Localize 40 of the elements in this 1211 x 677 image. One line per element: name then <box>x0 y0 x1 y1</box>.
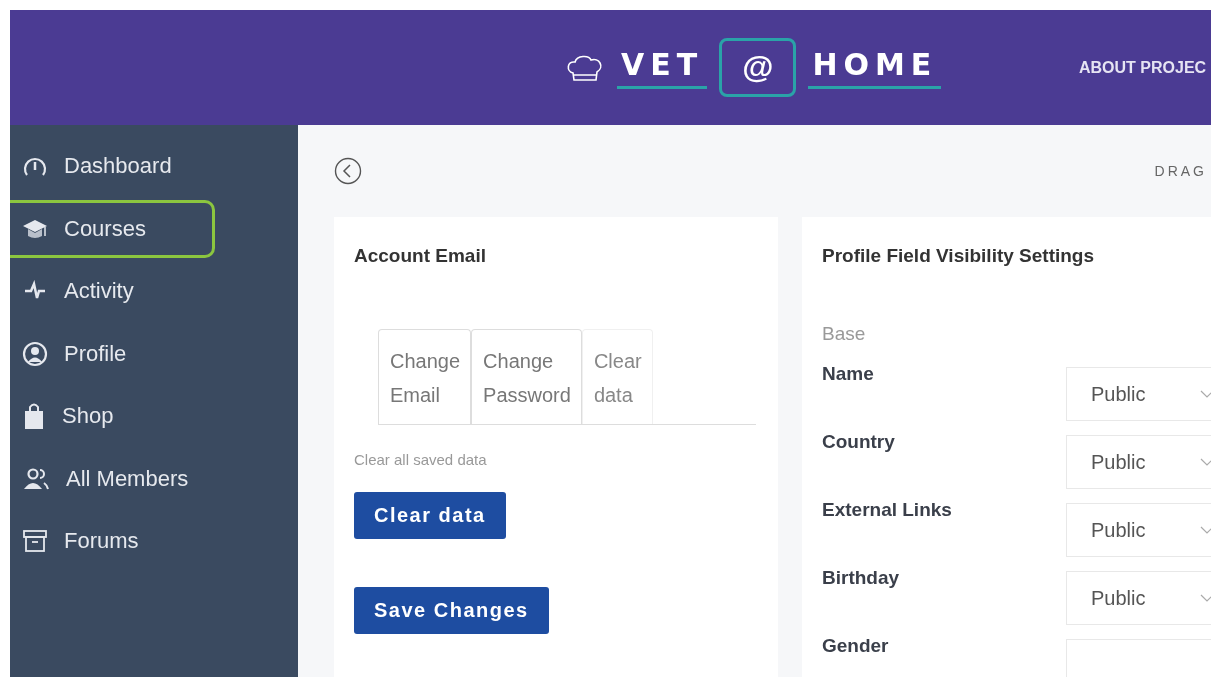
group-label: Base <box>822 323 867 345</box>
shopping-bag-icon <box>22 402 46 430</box>
chevron-down-icon <box>1200 390 1211 398</box>
field-label: Country <box>822 431 895 453</box>
back-icon[interactable] <box>334 157 362 185</box>
action-button[interactable]: Clear data <box>354 492 506 539</box>
field-label: Birthday <box>822 567 900 589</box>
page-heading: DRAG <box>1154 163 1207 179</box>
sidebar-item[interactable]: Shop <box>10 387 215 445</box>
chevron-down-icon <box>1200 458 1211 466</box>
sidebar-item[interactable]: Profile <box>10 324 215 383</box>
sidebar-item[interactable]: Courses <box>10 199 215 258</box>
user-circle-icon <box>22 340 48 367</box>
hint-text: Clear all saved data <box>354 451 488 468</box>
visibility-select[interactable]: Public <box>1066 367 1211 421</box>
users-icon <box>22 466 50 491</box>
tab[interactable]: Clear data <box>581 329 653 424</box>
field-label: Name <box>822 363 874 385</box>
visibility-select[interactable]: Public <box>1066 503 1211 557</box>
card-title: Account Email <box>354 245 487 267</box>
action-button[interactable]: Save Changes <box>354 587 549 634</box>
chevron-down-icon <box>1200 526 1211 534</box>
card-title: Profile Field Visibility Settings <box>822 245 1096 267</box>
nav-link[interactable]: ABOUT PROJEC <box>1079 58 1211 77</box>
logo-screen-frame: @ <box>719 38 797 97</box>
field-label: Gender <box>822 635 889 657</box>
graduation-cap-icon <box>22 217 48 240</box>
logo-text: VET <box>617 46 708 89</box>
sidebar-item[interactable]: Activity <box>10 262 215 320</box>
sidebar-item[interactable]: All Members <box>10 449 215 508</box>
visibility-select[interactable]: Public <box>1066 435 1211 489</box>
sidebar-item[interactable]: Dashboard <box>10 137 215 195</box>
tab[interactable]: Change Password <box>471 329 582 424</box>
logo-text: HOME <box>808 46 942 89</box>
tab[interactable]: Change Email <box>378 329 472 424</box>
sidebar-item[interactable]: Forums <box>10 512 215 570</box>
archive-box-icon <box>22 529 48 553</box>
chevron-down-icon <box>1200 594 1211 602</box>
visibility-select[interactable]: Public <box>1066 571 1211 625</box>
field-label: External Links <box>822 499 952 521</box>
